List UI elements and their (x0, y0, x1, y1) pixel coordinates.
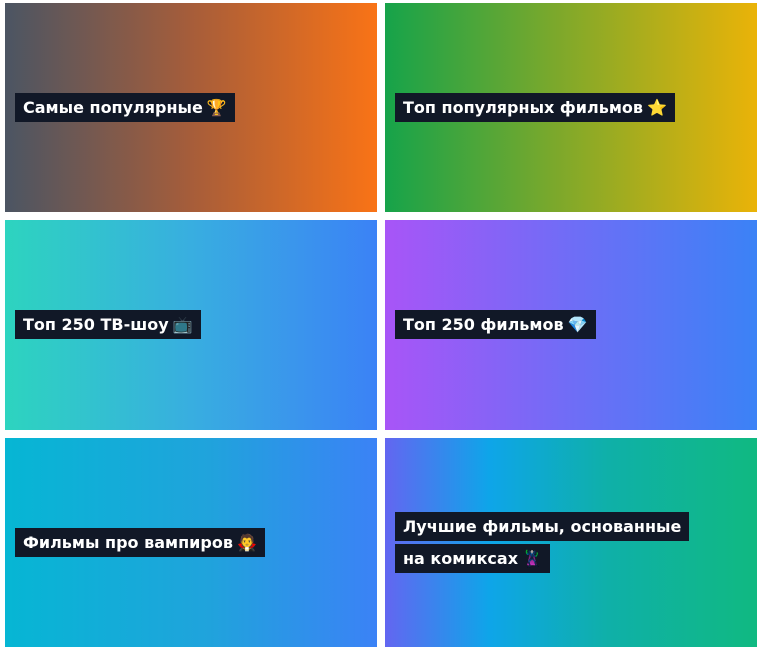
card-title: Фильмы про вампиров 🧛 (15, 527, 265, 557)
gem-icon: 💎 (567, 315, 588, 334)
card-label-wrap: Топ 250 фильмов 💎 (395, 309, 596, 341)
vampire-icon: 🧛 (236, 532, 257, 552)
card-title: Лучшие фильмы, основанные на комиксах 🦹 (395, 511, 690, 573)
collection-card-vampire-movies[interactable]: Фильмы про вампиров 🧛 (5, 438, 377, 647)
collection-card-most-popular[interactable]: Самые популярные 🏆 (5, 3, 377, 212)
star-icon: ⭐ (647, 97, 667, 117)
card-title: Топ популярных фильмов ⭐ (395, 92, 675, 122)
card-label-wrap: Топ 250 ТВ-шоу 📺 (15, 309, 201, 341)
tv-icon: 📺 (172, 315, 193, 334)
collection-card-comic-movies[interactable]: Лучшие фильмы, основанные на комиксах 🦹 (385, 438, 757, 647)
collection-card-top-popular-movies[interactable]: Топ популярных фильмов ⭐ (385, 3, 757, 212)
card-label-wrap: Самые популярные 🏆 (15, 92, 235, 124)
card-label-wrap: Топ популярных фильмов ⭐ (395, 92, 675, 124)
trophy-icon: 🏆 (206, 97, 227, 117)
card-label-wrap: Лучшие фильмы, основанные на комиксах 🦹 (395, 511, 695, 575)
collection-card-top-250-tv[interactable]: Топ 250 ТВ-шоу 📺 (5, 220, 377, 430)
card-title: Топ 250 ТВ-шоу 📺 (15, 310, 201, 339)
card-title: Самые популярные 🏆 (15, 92, 235, 122)
collection-card-top-250-movies[interactable]: Топ 250 фильмов 💎 (385, 220, 757, 430)
collections-grid: Самые популярные 🏆 Топ популярных фильмов… (5, 3, 757, 647)
card-label-wrap: Фильмы про вампиров 🧛 (15, 527, 265, 559)
superhero-icon: 🦹 (522, 548, 542, 568)
card-title: Топ 250 фильмов 💎 (395, 310, 596, 339)
